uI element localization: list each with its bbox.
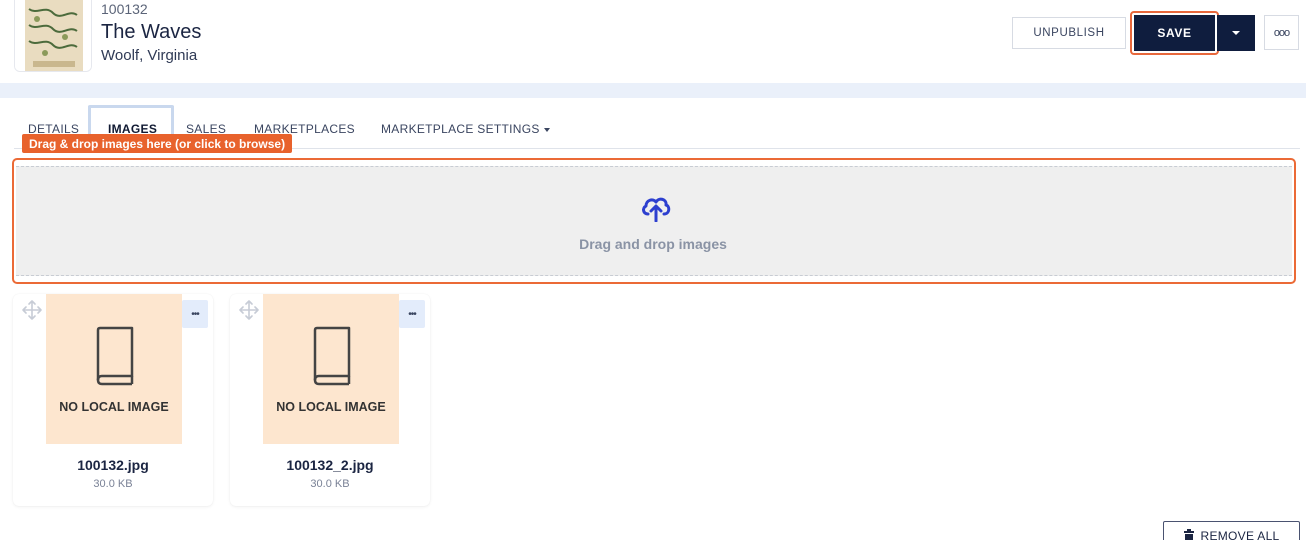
no-image-label: NO LOCAL IMAGE [59,400,169,414]
move-handle-icon[interactable] [21,299,43,321]
image-filename: 100132.jpg [77,457,149,473]
cloud-upload-icon [642,197,671,222]
product-sku: 100132 [101,1,148,17]
image-card: NO LOCAL IMAGE ••• 100132.jpg 30.0 KB [13,294,213,506]
product-author: Woolf, Virginia [101,47,198,64]
dropzone-tooltip: Drag & drop images here (or click to bro… [22,134,293,153]
chevron-down-icon [543,127,550,132]
unpublish-button[interactable]: UNPUBLISH [1012,17,1126,49]
tab-marketplace-settings[interactable]: MARKETPLACE SETTINGS [381,122,550,136]
save-options-dropdown[interactable] [1217,15,1255,51]
move-handle-icon[interactable] [238,299,260,321]
image-menu-button[interactable]: ••• [399,300,425,328]
image-filesize: 30.0 KB [310,478,350,490]
image-thumbnail[interactable]: NO LOCAL IMAGE [263,294,399,444]
image-card: NO LOCAL IMAGE ••• 100132_2.jpg 30.0 KB [230,294,430,506]
header-divider [0,83,1306,98]
more-actions-button[interactable]: ooo [1264,15,1299,50]
book-icon [96,326,134,386]
save-button[interactable]: SAVE [1134,15,1215,51]
tab-marketplace-settings-label: MARKETPLACE SETTINGS [381,122,540,136]
remove-all-button[interactable]: REMOVE ALL [1163,521,1300,540]
image-menu-button[interactable]: ••• [182,300,208,328]
image-filename: 100132_2.jpg [286,457,374,473]
image-thumbnail[interactable]: NO LOCAL IMAGE [46,294,182,444]
product-header: 100132 The Waves Woolf, Virginia UNPUBLI… [0,0,1306,83]
image-filesize: 30.0 KB [93,478,133,490]
product-title: The Waves [101,21,202,43]
no-image-label: NO LOCAL IMAGE [276,400,386,414]
remove-all-label: REMOVE ALL [1200,529,1280,540]
chevron-down-icon [1232,31,1240,35]
book-cover-thumbnail[interactable] [14,0,92,72]
trash-icon [1184,529,1195,540]
book-icon [313,326,351,386]
dropzone-label: Drag and drop images [579,236,727,252]
